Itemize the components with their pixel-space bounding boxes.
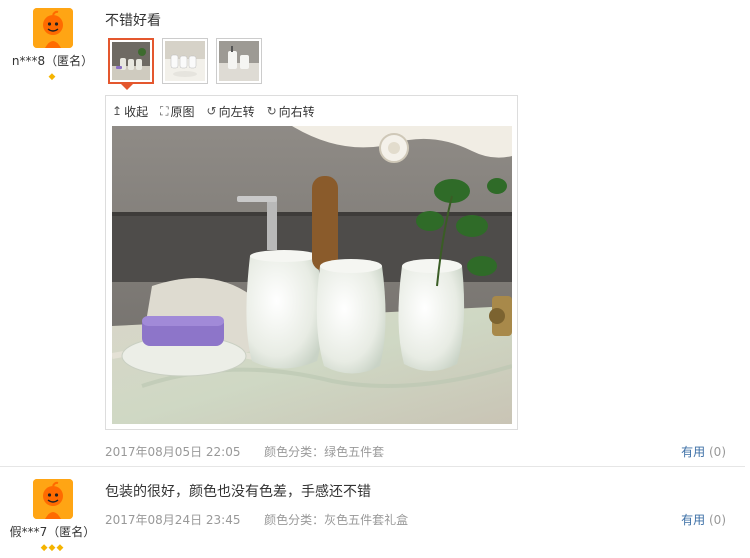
sku-label: 颜色分类： bbox=[264, 445, 325, 459]
avatar[interactable] bbox=[32, 479, 73, 519]
collapse-icon: ↥ bbox=[112, 104, 123, 118]
reviewer-name: n***8（匿名） bbox=[11, 54, 94, 68]
review-date: 2017年08月24日 23:45 bbox=[105, 513, 241, 527]
review-text: 包装的很好，颜色也没有色差，手感还不错 bbox=[105, 484, 371, 500]
useful-vote: 有用 (0) bbox=[681, 511, 726, 528]
photo-thumbnail[interactable] bbox=[216, 38, 262, 84]
sku-label: 颜色分类： bbox=[264, 513, 325, 527]
review-meta: 2017年08月24日 23:45 颜色分类：灰色五件套礼盒 bbox=[105, 511, 408, 528]
reviewer-name: 假***7（匿名） bbox=[9, 525, 96, 539]
rotate-right-icon: ↻ bbox=[266, 104, 277, 118]
original-image-button[interactable]: ⛶ 原图 bbox=[160, 102, 194, 120]
rotate-left-icon: ↺ bbox=[206, 104, 217, 118]
original-image-label: 原图 bbox=[170, 104, 195, 119]
level-diamond-icon: ◆◆◆ bbox=[40, 543, 65, 553]
rotate-left-label: 向左转 bbox=[218, 104, 255, 119]
review-item: n***8（匿名） ◆ 不错好看 ↥ 收起 ⛶ 原图 ↺ 向左转 ↻ 向右转 2… bbox=[0, 0, 750, 466]
photo-thumbnail[interactable] bbox=[108, 38, 154, 84]
level-diamond-icon: ◆ bbox=[48, 72, 57, 82]
collapse-button[interactable]: ↥ 收起 bbox=[112, 102, 148, 120]
selected-thumb-arrow-icon bbox=[121, 84, 133, 90]
avatar[interactable] bbox=[32, 8, 73, 48]
rotate-right-button[interactable]: ↻ 向右转 bbox=[267, 102, 315, 120]
review-meta: 2017年08月05日 22:05 颜色分类：绿色五件套 bbox=[105, 443, 384, 460]
viewer-toolbar: ↥ 收起 ⛶ 原图 ↺ 向左转 ↻ 向右转 bbox=[112, 102, 315, 120]
useful-button[interactable]: 有用 bbox=[681, 445, 705, 459]
review-item: 假***7（匿名） ◆◆◆ 包装的很好，颜色也没有色差，手感还不错 2017年0… bbox=[0, 467, 750, 558]
review-text: 不错好看 bbox=[105, 13, 161, 29]
sku-value: 绿色五件套 bbox=[324, 445, 385, 459]
photo-viewer: ↥ 收起 ⛶ 原图 ↺ 向左转 ↻ 向右转 bbox=[105, 95, 518, 430]
collapse-label: 收起 bbox=[124, 104, 149, 119]
review-date: 2017年08月05日 22:05 bbox=[105, 445, 241, 459]
useful-count: (0) bbox=[709, 445, 726, 459]
useful-vote: 有用 (0) bbox=[681, 443, 726, 460]
fullsize-icon: ⛶ bbox=[160, 103, 169, 118]
reviewer-info: 假***7（匿名） ◆◆◆ bbox=[0, 471, 105, 553]
useful-button[interactable]: 有用 bbox=[681, 513, 705, 527]
photo-thumbnail[interactable] bbox=[162, 38, 208, 84]
sku-value: 灰色五件套礼盒 bbox=[324, 513, 409, 527]
review-photo[interactable] bbox=[112, 126, 512, 424]
rotate-right-label: 向右转 bbox=[278, 104, 315, 119]
reviewer-info: n***8（匿名） ◆ bbox=[0, 0, 105, 82]
rotate-left-button[interactable]: ↺ 向左转 bbox=[207, 102, 255, 120]
useful-count: (0) bbox=[709, 513, 726, 527]
